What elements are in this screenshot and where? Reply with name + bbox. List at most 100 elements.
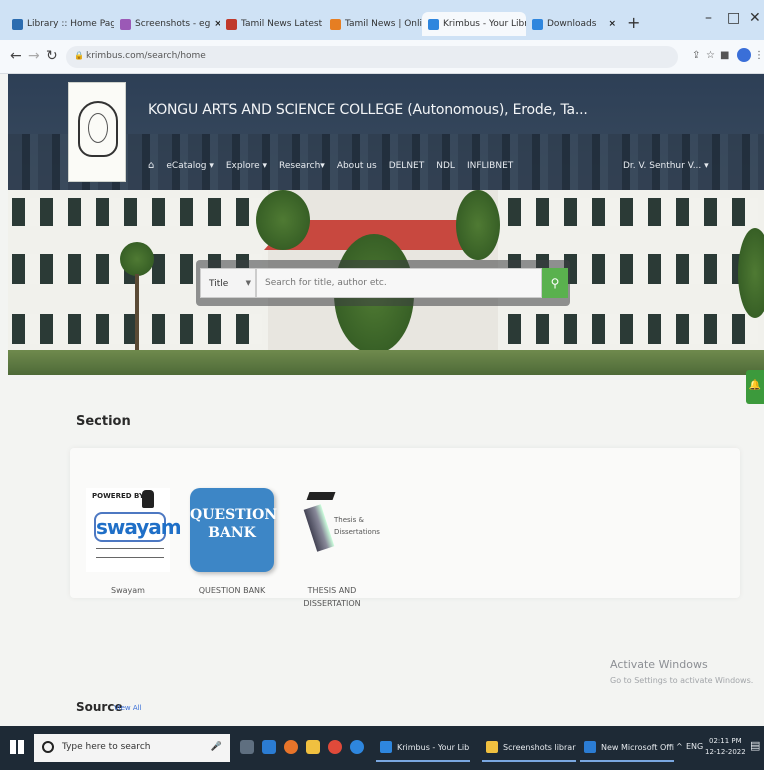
home-icon[interactable]: ⌂ xyxy=(148,160,154,171)
tab-close-icon[interactable]: × xyxy=(604,19,616,29)
window-row xyxy=(12,198,262,226)
user-menu[interactable]: Dr. V. Senthur V... ▾ xyxy=(623,161,709,171)
taskbar-app-label: Screenshots library... xyxy=(503,742,576,752)
nav-about-us[interactable]: About us xyxy=(337,161,377,171)
clock-time: 02:11 PM xyxy=(709,737,742,745)
resource-thesis[interactable]: Thesis & Dissertations THESIS AND DISSER… xyxy=(290,488,380,618)
tab-title: Library :: Home Page xyxy=(27,19,114,29)
resource-question-bank[interactable]: QUESTION BANK QUESTION BANK xyxy=(190,488,277,618)
menu-kebab-icon[interactable]: ⋮ xyxy=(754,50,764,61)
tab-title: Krimbus - Your Libra xyxy=(443,19,526,29)
new-tab-button[interactable]: + xyxy=(627,13,640,32)
address-bar-row: ← → ↻ 🔒 krimbus.com/search/home ⇪ ☆ ■ ⋮ xyxy=(0,40,764,74)
tree-trunk xyxy=(135,274,139,354)
logo-line-2: BANK xyxy=(208,525,256,541)
maximize-icon[interactable]: □ xyxy=(727,10,740,26)
browser-tab[interactable]: Downloads × xyxy=(526,12,622,36)
college-logo[interactable] xyxy=(68,82,126,182)
notifications-icon[interactable]: ▤ xyxy=(750,739,760,752)
diploma-scroll-icon xyxy=(303,504,335,552)
search-button[interactable]: ⚲ xyxy=(542,268,568,298)
notification-bell-icon[interactable]: 🔔 xyxy=(746,370,764,404)
tab-favicon-icon xyxy=(532,18,543,30)
firefox-icon[interactable] xyxy=(284,740,298,754)
extensions-icon[interactable]: ■ xyxy=(720,50,729,61)
search-field-select[interactable]: Title ▼ xyxy=(200,268,256,298)
tab-title: Downloads xyxy=(547,19,597,29)
resource-label[interactable]: THESIS AND DISSERTATION xyxy=(282,584,382,610)
microphone-icon[interactable]: 🎤 xyxy=(211,742,222,752)
clock-date: 12-12-2022 xyxy=(705,748,746,756)
nav-explore[interactable]: Explore ▾ xyxy=(226,161,267,171)
view-all-link[interactable]: View All xyxy=(114,704,142,712)
taskbar-search[interactable]: Type here to search 🎤 xyxy=(34,734,230,762)
word-icon xyxy=(584,741,596,753)
resource-label[interactable]: Swayam xyxy=(78,584,178,597)
browser-tab[interactable]: Screenshots - eg × xyxy=(114,12,220,36)
browser-tab-strip: Library :: Home Page × Screenshots - eg … xyxy=(0,0,764,40)
tab-close-icon[interactable]: × xyxy=(210,19,220,29)
bookmark-star-icon[interactable]: ☆ xyxy=(706,50,715,61)
cortana-icon xyxy=(42,741,54,753)
nav-delnet[interactable]: DELNET xyxy=(389,161,425,171)
nav-research[interactable]: Research▾ xyxy=(279,161,325,171)
browser-tab[interactable]: Tamil News Latest × xyxy=(220,12,324,36)
share-icon[interactable]: ⇪ xyxy=(692,50,700,61)
browser-tab[interactable]: Tamil News | Online × xyxy=(324,12,422,36)
forward-icon[interactable]: → xyxy=(28,48,40,64)
nav-ecatalog[interactable]: eCatalog ▾ xyxy=(166,161,213,171)
taskbar-search-placeholder: Type here to search xyxy=(62,742,151,752)
url-field[interactable]: 🔒 krimbus.com/search/home xyxy=(66,46,678,68)
browser-tab[interactable]: Library :: Home Page × xyxy=(6,12,114,36)
swayam-logo[interactable]: POWERED BY swayam xyxy=(86,488,182,572)
question-bank-logo[interactable]: QUESTION BANK xyxy=(190,488,277,572)
url-text: krimbus.com/search/home xyxy=(86,51,206,61)
hand-icon xyxy=(142,490,154,508)
college-title[interactable]: KONGU ARTS AND SCIENCE COLLEGE (Autonomo… xyxy=(148,102,588,118)
resource-label[interactable]: QUESTION BANK xyxy=(182,584,282,597)
seal-emblem-icon xyxy=(88,113,108,143)
tray-chevron-icon[interactable]: ^ xyxy=(676,742,683,751)
tab-favicon-icon xyxy=(428,18,439,30)
tree xyxy=(256,190,310,250)
resource-swayam[interactable]: POWERED BY swayam Swayam xyxy=(86,488,182,618)
tab-favicon-icon xyxy=(226,18,237,30)
search-icon: ⚲ xyxy=(550,276,560,290)
taskbar-clock[interactable]: 02:11 PM 12-12-2022 xyxy=(705,736,746,758)
back-icon[interactable]: ← xyxy=(10,48,22,64)
nav-ndl[interactable]: NDL xyxy=(436,161,455,171)
thesis-logo[interactable]: Thesis & Dissertations xyxy=(290,488,380,572)
file-explorer-icon[interactable] xyxy=(306,740,320,754)
taskbar-app-label: Krimbus - Your Lib... xyxy=(397,742,470,752)
minimize-icon[interactable]: – xyxy=(705,10,712,26)
window-row xyxy=(508,198,758,226)
browser-icon[interactable] xyxy=(350,740,364,754)
edge-icon[interactable] xyxy=(262,740,276,754)
chrome-icon[interactable] xyxy=(328,740,342,754)
search-input[interactable] xyxy=(256,268,542,298)
windows-taskbar: Type here to search 🎤 Krimbus - Your Lib… xyxy=(0,726,764,770)
windows-start-icon[interactable] xyxy=(10,740,24,754)
tab-title: Screenshots - eg xyxy=(135,19,211,29)
swayam-wordmark: swayam xyxy=(94,512,182,542)
activate-windows-title: Activate Windows xyxy=(610,658,708,671)
language-indicator[interactable]: ENG xyxy=(686,742,703,751)
tree xyxy=(456,190,500,260)
taskbar-app[interactable]: Screenshots library... xyxy=(482,734,576,762)
browser-tab-active[interactable]: Krimbus - Your Libra × xyxy=(422,12,526,36)
main-nav: ⌂ eCatalog ▾ Explore ▾ Research▾ About u… xyxy=(148,160,513,171)
nav-inflibnet[interactable]: INFLIBNET xyxy=(467,161,513,171)
close-icon[interactable]: ✕ xyxy=(749,10,761,26)
search-field-value: Title xyxy=(209,279,229,289)
window-row xyxy=(508,314,758,344)
folder-icon xyxy=(486,741,498,753)
taskbar-app[interactable]: New Microsoft Offi... xyxy=(580,734,674,762)
screen: Library :: Home Page × Screenshots - eg … xyxy=(0,0,764,770)
taskbar-app-label: New Microsoft Offi... xyxy=(601,742,674,752)
profile-avatar[interactable] xyxy=(737,48,751,62)
task-view-icon[interactable] xyxy=(240,740,254,754)
taskbar-app[interactable]: Krimbus - Your Lib... xyxy=(376,734,470,762)
app-icon xyxy=(380,741,392,753)
thesis-logo-text: Thesis & Dissertations xyxy=(334,516,380,536)
reload-icon[interactable]: ↻ xyxy=(46,48,58,64)
